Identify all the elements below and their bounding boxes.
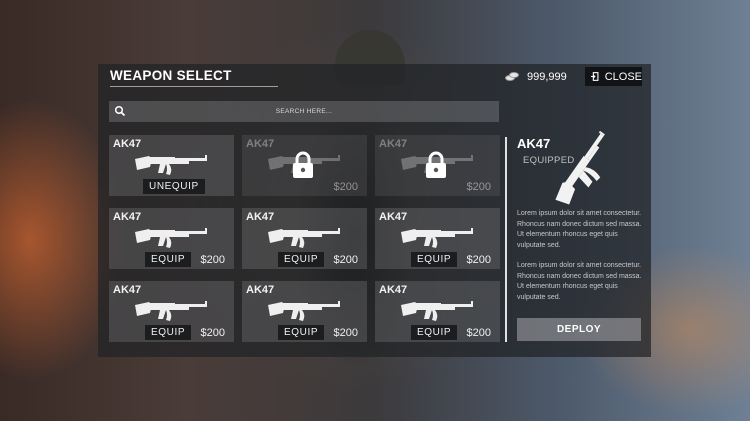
- weapon-price: $200: [200, 254, 225, 266]
- equip-button[interactable]: EQUIP: [411, 252, 458, 267]
- equip-button[interactable]: EQUIP: [411, 325, 458, 340]
- weapon-price: $200: [200, 327, 225, 339]
- rifle-icon: [135, 155, 207, 175]
- rifle-icon: [268, 228, 340, 248]
- weapon-price: $200: [333, 327, 358, 339]
- rifle-icon: [401, 228, 473, 248]
- page-title: WEAPON SELECT: [110, 67, 278, 87]
- equip-button[interactable]: EQUIP: [278, 252, 325, 267]
- rifle-icon: [268, 301, 340, 321]
- lock-icon: [293, 151, 313, 178]
- currency-display: 999,999: [505, 68, 567, 86]
- search-bar: [109, 101, 499, 122]
- coin-stack-icon: [505, 72, 520, 82]
- equip-button[interactable]: EQUIP: [145, 252, 192, 267]
- equip-button[interactable]: EQUIP: [278, 325, 325, 340]
- detail-description-2: Lorem ipsum dolor sit amet consectetur. …: [517, 262, 642, 301]
- rifle-icon: [555, 130, 605, 205]
- rifle-icon: [135, 228, 207, 248]
- weapon-card[interactable]: AK47 EQUIP $200: [242, 281, 367, 342]
- weapon-price: $200: [333, 181, 358, 193]
- weapon-card[interactable]: AK47 EQUIP $200: [109, 208, 234, 269]
- weapon-card[interactable]: AK47 EQUIP $200: [242, 208, 367, 269]
- weapon-price: $200: [466, 327, 491, 339]
- weapon-price: $200: [466, 254, 491, 266]
- weapon-card[interactable]: AK47 $200: [375, 135, 500, 196]
- weapon-price: $200: [466, 181, 491, 193]
- close-button[interactable]: CLOSE: [585, 67, 642, 86]
- close-label: CLOSE: [604, 70, 642, 83]
- rifle-icon: [135, 301, 207, 321]
- unequip-button[interactable]: UNEQUIP: [143, 179, 205, 194]
- deploy-button[interactable]: DEPLOY: [517, 318, 641, 341]
- weapon-card[interactable]: AK47 $200: [242, 135, 367, 196]
- weapon-card[interactable]: AK47 EQUIP $200: [375, 281, 500, 342]
- rifle-icon: [401, 301, 473, 321]
- currency-amount: 999,999: [527, 71, 567, 83]
- equip-button[interactable]: EQUIP: [145, 325, 192, 340]
- weapon-card[interactable]: AK47 EQUIP $200: [375, 208, 500, 269]
- weapon-card[interactable]: AK47 EQUIP $200: [109, 281, 234, 342]
- detail-description-1: Lorem ipsum dolor sit amet consectetur. …: [517, 210, 642, 249]
- detail-divider: [505, 137, 507, 342]
- weapon-card[interactable]: AK47 UNEQUIP: [109, 135, 234, 196]
- search-input[interactable]: [109, 101, 499, 122]
- exit-door-icon: [591, 72, 599, 81]
- weapon-price: $200: [333, 254, 358, 266]
- lock-icon: [426, 151, 446, 178]
